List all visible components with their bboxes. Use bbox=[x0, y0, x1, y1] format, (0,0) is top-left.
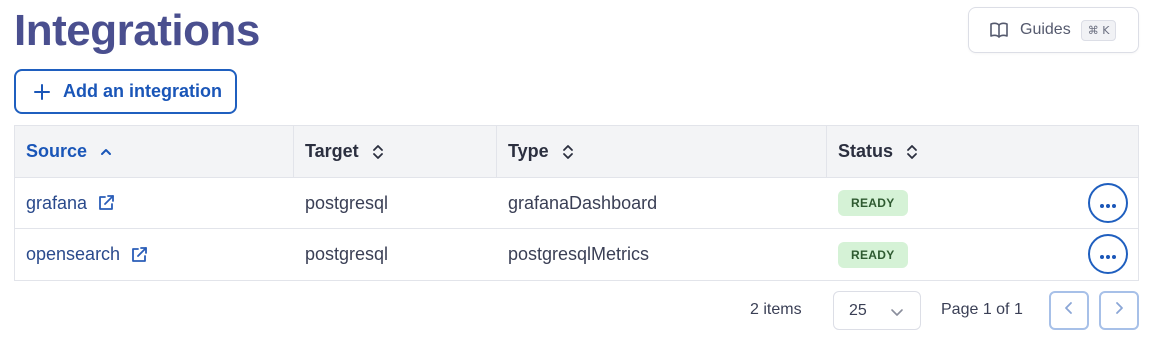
item-count: 2 items bbox=[750, 301, 802, 318]
status-cell: READY bbox=[827, 178, 1138, 228]
plus-icon bbox=[34, 83, 50, 100]
keyboard-shortcut: ⌘ K bbox=[1080, 19, 1117, 41]
guides-label: Guides bbox=[1020, 21, 1071, 38]
add-integration-label: Add an integration bbox=[63, 81, 222, 101]
table-header: Source Target Type Status bbox=[15, 126, 1138, 178]
chevron-up-icon bbox=[99, 144, 113, 160]
target-cell: postgresql bbox=[305, 244, 389, 264]
source-cell: opensearch bbox=[15, 244, 294, 265]
sort-icon bbox=[561, 144, 575, 160]
next-page-button[interactable] bbox=[1099, 291, 1139, 330]
table-row: opensearch postgresql postgresqlMetrics … bbox=[15, 229, 1138, 280]
guides-button[interactable]: Guides ⌘ K bbox=[968, 7, 1139, 53]
book-icon bbox=[989, 20, 1009, 40]
status-cell: READY bbox=[827, 229, 1138, 280]
table-row: grafana postgresql grafanaDashboard READ… bbox=[15, 178, 1138, 229]
source-label: opensearch bbox=[26, 244, 121, 264]
source-link[interactable]: grafana bbox=[26, 193, 115, 214]
column-label: Status bbox=[838, 141, 894, 161]
source-link[interactable]: opensearch bbox=[26, 244, 148, 265]
column-label: Type bbox=[508, 141, 549, 161]
row-actions-button[interactable] bbox=[1088, 183, 1128, 223]
more-horizontal-icon bbox=[1099, 244, 1117, 265]
previous-page-button[interactable] bbox=[1049, 291, 1089, 330]
source-cell: grafana bbox=[15, 193, 294, 214]
column-header-source[interactable]: Source bbox=[15, 126, 294, 177]
sort-icon bbox=[905, 144, 919, 160]
external-link-icon bbox=[97, 194, 115, 212]
page-size-select[interactable]: 25 bbox=[833, 291, 921, 330]
status-badge: READY bbox=[838, 241, 908, 268]
column-label: Source bbox=[26, 141, 88, 161]
source-label: grafana bbox=[26, 192, 88, 213]
page-info: Page 1 of 1 bbox=[941, 301, 1023, 318]
more-horizontal-icon bbox=[1099, 193, 1117, 214]
integrations-table: Source Target Type Status grafana postgr… bbox=[14, 125, 1139, 281]
type-cell: postgresqlMetrics bbox=[508, 244, 650, 264]
column-header-type[interactable]: Type bbox=[497, 126, 827, 177]
external-link-icon bbox=[130, 246, 148, 264]
chevron-down-icon bbox=[890, 305, 904, 319]
row-actions-button[interactable] bbox=[1088, 234, 1128, 274]
column-header-status[interactable]: Status bbox=[827, 126, 1138, 177]
status-badge: READY bbox=[838, 190, 908, 216]
sort-icon bbox=[371, 144, 385, 160]
add-integration-button[interactable]: Add an integration bbox=[14, 69, 237, 114]
column-label: Target bbox=[305, 141, 359, 161]
target-cell: postgresql bbox=[305, 192, 389, 213]
chevron-left-icon bbox=[1063, 300, 1075, 321]
page-size-value: 25 bbox=[849, 301, 867, 319]
pagination: 2 items 25 Page 1 of 1 bbox=[0, 291, 1153, 331]
type-cell: grafanaDashboard bbox=[508, 192, 658, 213]
page-title: Integrations bbox=[14, 6, 260, 55]
chevron-right-icon bbox=[1113, 300, 1125, 321]
column-header-target[interactable]: Target bbox=[294, 126, 497, 177]
